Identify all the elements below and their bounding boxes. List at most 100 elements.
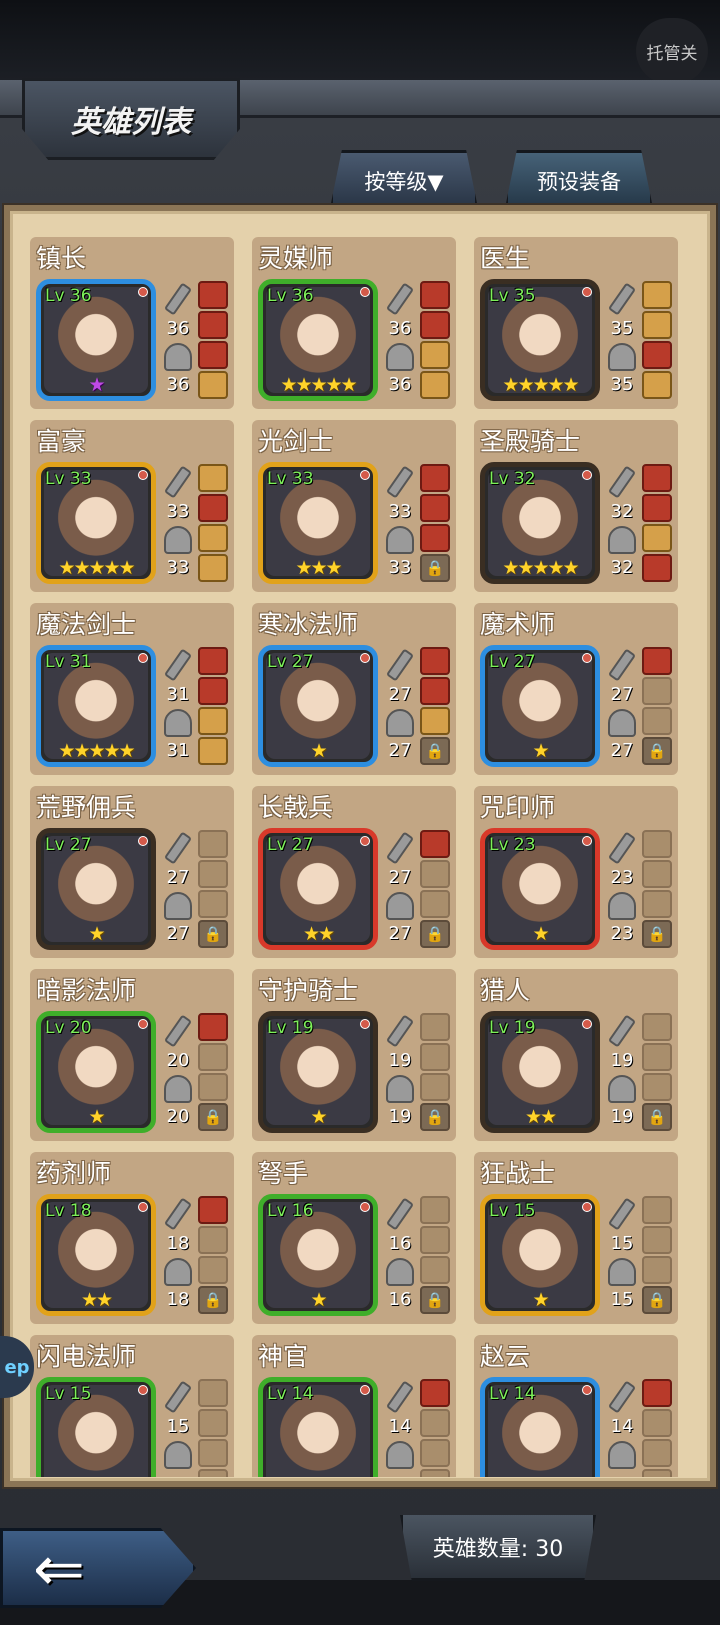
equipment-slot[interactable] [642,281,672,309]
hero-card[interactable]: 弩手 Lv 16 ★ 16 16 🔒 [252,1152,456,1324]
empty-equipment-slot[interactable] [642,1469,672,1477]
equipment-slot[interactable] [198,677,228,705]
hero-card[interactable]: 镇长 Lv 36 ★ 36 36 [30,237,234,409]
sort-by-level-tab[interactable]: 按等级▼ [330,150,478,208]
empty-equipment-slot[interactable] [198,1469,228,1477]
hero-portrait[interactable]: Lv 32 ★★★★★ [480,462,600,584]
hero-portrait[interactable]: Lv 27 ★★ [258,828,378,950]
empty-equipment-slot[interactable] [198,1226,228,1254]
hero-portrait[interactable]: Lv 15 [36,1377,156,1477]
empty-equipment-slot[interactable] [198,1043,228,1071]
empty-equipment-slot[interactable] [198,860,228,888]
hero-portrait[interactable]: Lv 16 ★ [258,1194,378,1316]
empty-equipment-slot[interactable] [420,1439,450,1467]
equipment-slot[interactable] [420,371,450,399]
hero-card[interactable]: 赵云 Lv 14 14 [474,1335,678,1477]
equipment-slot[interactable] [198,1196,228,1224]
equipment-slot[interactable] [420,707,450,735]
hero-card[interactable]: 灵媒师 Lv 36 ★★★★★ 36 36 [252,237,456,409]
equipment-slot[interactable] [642,464,672,492]
equipment-slot[interactable] [420,281,450,309]
equipment-slot[interactable] [420,341,450,369]
hero-portrait[interactable]: Lv 33 ★★★ [258,462,378,584]
equipment-slot[interactable] [198,647,228,675]
equipment-slot[interactable] [198,281,228,309]
locked-slot[interactable]: 🔒 [420,554,450,582]
hero-grid[interactable]: 镇长 Lv 36 ★ 36 36 灵媒师 Lv 36 ★★★★★ 36 36 医生 Lv 35 ★★★★… [28,237,692,1477]
equipment-slot[interactable] [198,524,228,552]
locked-slot[interactable]: 🔒 [642,737,672,765]
empty-equipment-slot[interactable] [642,860,672,888]
hero-portrait[interactable]: Lv 19 ★★ [480,1011,600,1133]
locked-slot[interactable]: 🔒 [642,920,672,948]
hero-portrait[interactable]: Lv 20 ★ [36,1011,156,1133]
equipment-slot[interactable] [420,647,450,675]
equipment-slot[interactable] [198,464,228,492]
hero-portrait[interactable]: Lv 27 ★ [480,645,600,767]
equipment-slot[interactable] [642,1379,672,1407]
hero-portrait[interactable]: Lv 36 ★ [36,279,156,401]
equipment-slot[interactable] [642,341,672,369]
equipment-slot[interactable] [420,677,450,705]
equipment-slot[interactable] [420,494,450,522]
empty-equipment-slot[interactable] [642,1409,672,1437]
hero-card[interactable]: 魔法剑士 Lv 31 ★★★★★ 31 31 [30,603,234,775]
equipment-slot[interactable] [420,1379,450,1407]
equipment-slot[interactable] [420,464,450,492]
equipment-slot[interactable] [642,647,672,675]
empty-equipment-slot[interactable] [642,1043,672,1071]
empty-equipment-slot[interactable] [198,1073,228,1101]
hero-card[interactable]: 药剂师 Lv 18 ★★ 18 18 🔒 [30,1152,234,1324]
locked-slot[interactable]: 🔒 [198,1103,228,1131]
empty-equipment-slot[interactable] [420,1256,450,1284]
hero-portrait[interactable]: Lv 36 ★★★★★ [258,279,378,401]
empty-equipment-slot[interactable] [198,1379,228,1407]
empty-equipment-slot[interactable] [642,677,672,705]
empty-equipment-slot[interactable] [642,890,672,918]
hero-card[interactable]: 神官 Lv 14 14 [252,1335,456,1477]
empty-equipment-slot[interactable] [420,1073,450,1101]
empty-equipment-slot[interactable] [420,890,450,918]
equipment-slot[interactable] [642,524,672,552]
auto-battle-toggle-button[interactable]: 托管关 [636,18,708,84]
equipment-slot[interactable] [198,341,228,369]
empty-equipment-slot[interactable] [198,890,228,918]
hero-card[interactable]: 暗影法师 Lv 20 ★ 20 20 🔒 [30,969,234,1141]
hero-card[interactable]: 守护骑士 Lv 19 ★ 19 19 🔒 [252,969,456,1141]
preset-equipment-tab[interactable]: 预设装备 [505,150,653,208]
empty-equipment-slot[interactable] [642,1226,672,1254]
locked-slot[interactable]: 🔒 [198,1286,228,1314]
hero-card[interactable]: 医生 Lv 35 ★★★★★ 35 35 [474,237,678,409]
empty-equipment-slot[interactable] [420,1013,450,1041]
equipment-slot[interactable] [198,371,228,399]
hero-portrait[interactable]: Lv 19 ★ [258,1011,378,1133]
equipment-slot[interactable] [420,830,450,858]
locked-slot[interactable]: 🔒 [420,737,450,765]
empty-equipment-slot[interactable] [420,1409,450,1437]
hero-portrait[interactable]: Lv 14 [480,1377,600,1477]
empty-equipment-slot[interactable] [642,1196,672,1224]
hero-card[interactable]: 狂战士 Lv 15 ★ 15 15 🔒 [474,1152,678,1324]
equipment-slot[interactable] [420,524,450,552]
hero-card[interactable]: 圣殿骑士 Lv 32 ★★★★★ 32 32 [474,420,678,592]
empty-equipment-slot[interactable] [198,1409,228,1437]
hero-card[interactable]: 魔术师 Lv 27 ★ 27 27 🔒 [474,603,678,775]
empty-equipment-slot[interactable] [420,1469,450,1477]
empty-equipment-slot[interactable] [420,1226,450,1254]
equipment-slot[interactable] [198,311,228,339]
equipment-slot[interactable] [642,371,672,399]
empty-equipment-slot[interactable] [198,1256,228,1284]
hero-card[interactable]: 富豪 Lv 33 ★★★★★ 33 33 [30,420,234,592]
equipment-slot[interactable] [198,554,228,582]
equipment-slot[interactable] [198,1013,228,1041]
hero-card[interactable]: 长戟兵 Lv 27 ★★ 27 27 🔒 [252,786,456,958]
locked-slot[interactable]: 🔒 [420,920,450,948]
equipment-slot[interactable] [198,494,228,522]
locked-slot[interactable]: 🔒 [198,920,228,948]
hero-portrait[interactable]: Lv 27 ★ [36,828,156,950]
hero-card[interactable]: 荒野佣兵 Lv 27 ★ 27 27 🔒 [30,786,234,958]
hero-portrait[interactable]: Lv 27 ★ [258,645,378,767]
hero-card[interactable]: 寒冰法师 Lv 27 ★ 27 27 🔒 [252,603,456,775]
locked-slot[interactable]: 🔒 [642,1103,672,1131]
equipment-slot[interactable] [642,494,672,522]
